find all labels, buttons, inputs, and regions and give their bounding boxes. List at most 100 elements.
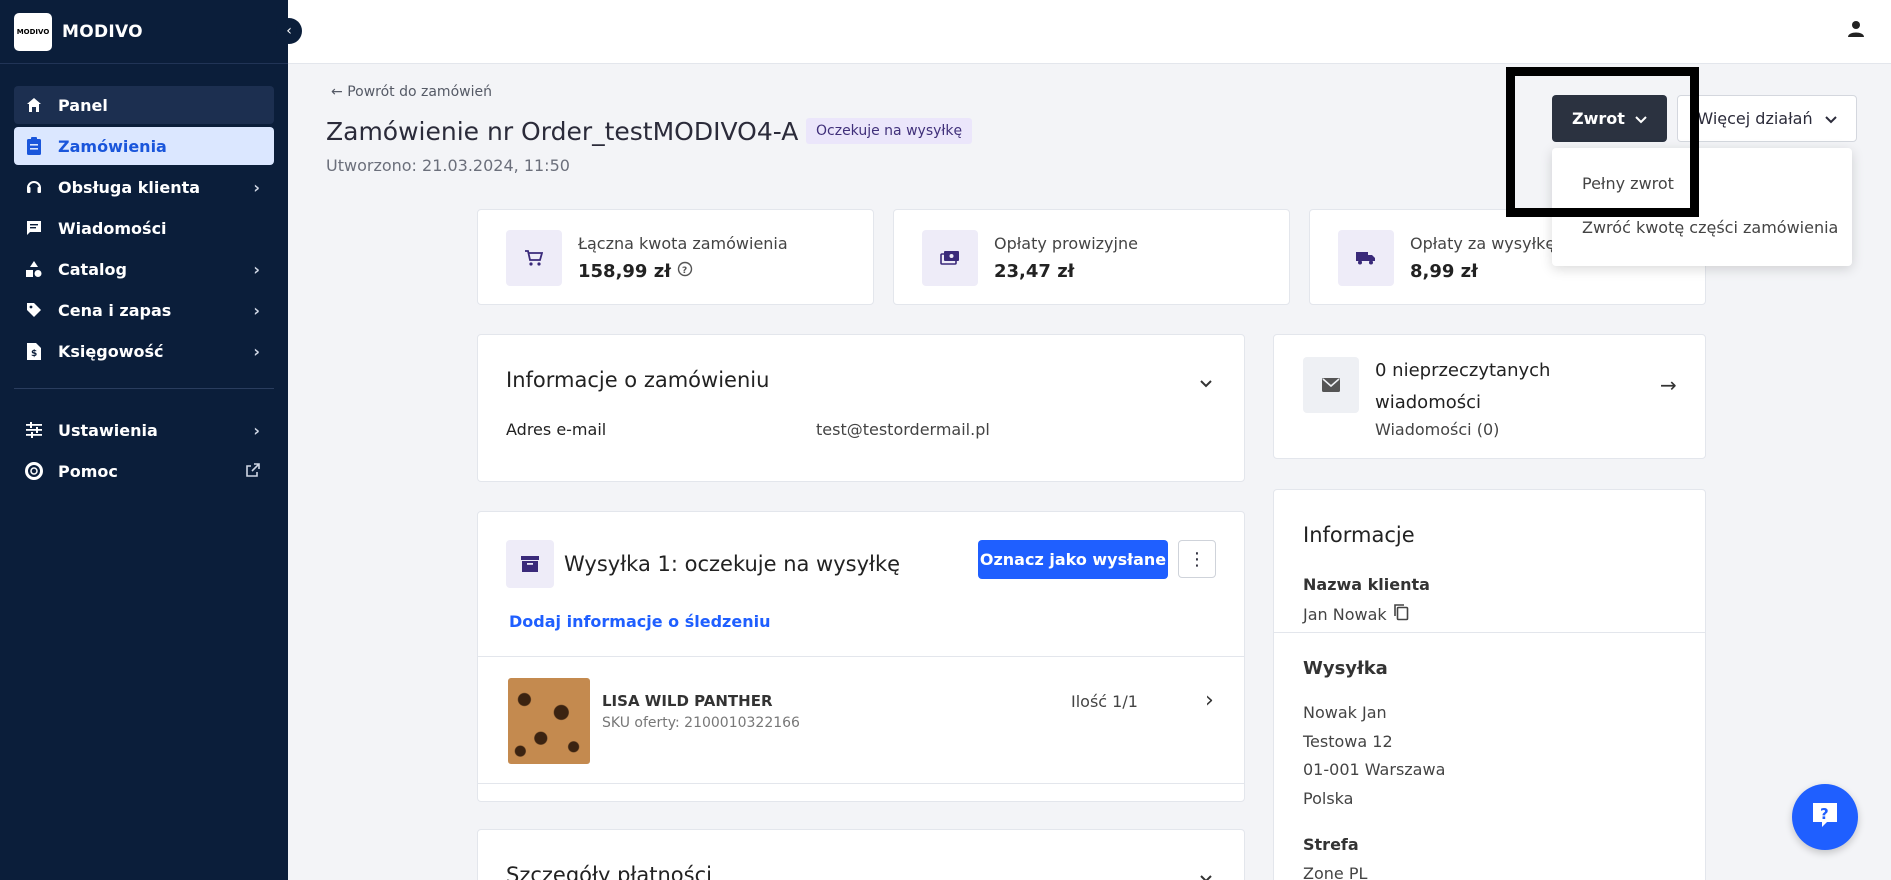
address-line: Nowak Jan bbox=[1303, 703, 1387, 722]
shipment-card: Wysyłka 1: oczekuje na wysyłkę Oznacz ja… bbox=[477, 511, 1245, 802]
help-chat-button[interactable]: ? bbox=[1792, 784, 1858, 850]
archive-icon bbox=[506, 540, 554, 588]
stat-value: 158,99 zł ? bbox=[578, 261, 693, 282]
product-quantity: Ilość 1/1 bbox=[1071, 692, 1138, 711]
sidebar-item-orders[interactable]: Zamówienia bbox=[14, 127, 274, 165]
sidebar: MODIVO MODIVO Panel Zamówienia Obsługa k… bbox=[0, 0, 288, 880]
chevron-right-icon: › bbox=[253, 259, 260, 279]
chevron-right-icon: › bbox=[1205, 688, 1214, 713]
back-label: Powrót do zamówień bbox=[347, 84, 492, 100]
shapes-icon bbox=[24, 259, 44, 279]
arrow-right-icon[interactable]: → bbox=[1660, 373, 1677, 397]
divider bbox=[478, 783, 1244, 784]
headset-icon bbox=[24, 177, 44, 197]
sidebar-item-label: Ustawienia bbox=[58, 420, 158, 440]
sidebar-item-label: Wiadomości bbox=[58, 218, 167, 238]
stat-label: Opłaty za wysyłkę bbox=[1410, 234, 1556, 253]
order-info-title: Informacje o zamówieniu bbox=[506, 368, 770, 392]
kebab-icon: ⋮ bbox=[1188, 548, 1206, 570]
address-line: 01-001 Warszawa bbox=[1303, 760, 1446, 779]
product-sku: SKU oferty: 2100010322166 bbox=[602, 715, 800, 731]
chevron-right-icon: › bbox=[253, 300, 260, 320]
brand-name: MODIVO bbox=[62, 21, 143, 42]
money-icon bbox=[922, 230, 978, 286]
sidebar-item-customer-service[interactable]: Obsługa klienta › bbox=[14, 168, 274, 206]
stat-value: 23,47 zł bbox=[994, 261, 1074, 282]
sliders-icon bbox=[24, 420, 44, 440]
sidebar-item-label: Panel bbox=[58, 95, 108, 115]
product-image bbox=[508, 678, 590, 764]
sidebar-item-label: Catalog bbox=[58, 259, 127, 279]
tag-icon bbox=[24, 300, 44, 320]
stat-card-total: Łączna kwota zamówienia 158,99 zł ? bbox=[477, 209, 874, 305]
mark-as-sent-button[interactable]: Oznacz jako wysłane bbox=[978, 540, 1168, 579]
svg-text:$: $ bbox=[31, 349, 37, 359]
sidebar-item-accounting[interactable]: $ Księgowość › bbox=[14, 332, 274, 370]
address-line: Testowa 12 bbox=[1303, 732, 1393, 751]
shipment-more-button[interactable]: ⋮ bbox=[1178, 540, 1216, 578]
sidebar-item-help[interactable]: Pomoc bbox=[14, 452, 274, 490]
sidebar-item-panel[interactable]: Panel bbox=[14, 86, 274, 124]
address-line: Polska bbox=[1303, 789, 1354, 808]
stat-label: Opłaty prowizyjne bbox=[994, 234, 1138, 253]
add-tracking-link[interactable]: Dodaj informacje o śledzeniu bbox=[509, 612, 770, 631]
invoice-icon: $ bbox=[24, 341, 44, 361]
chat-icon bbox=[24, 218, 44, 238]
external-link-icon bbox=[246, 462, 260, 481]
stat-value-text: 23,47 zł bbox=[994, 261, 1075, 282]
customer-value: Jan Nowak bbox=[1303, 604, 1387, 624]
info-panel: Informacje Nazwa klienta Jan Nowak Wysył… bbox=[1273, 489, 1706, 880]
customer-value-row: Jan Nowak bbox=[1303, 603, 1409, 625]
svg-text:?: ? bbox=[682, 266, 687, 276]
sidebar-divider bbox=[14, 388, 274, 389]
customer-label: Nazwa klienta bbox=[1303, 575, 1430, 594]
highlight-box bbox=[1506, 67, 1699, 217]
clipboard-icon bbox=[24, 136, 44, 156]
sidebar-item-settings[interactable]: Ustawienia › bbox=[14, 411, 274, 449]
sidebar-nav: Panel Zamówienia Obsługa klienta › Wiado… bbox=[0, 64, 288, 490]
status-badge: Oczekuje na wysyłkę bbox=[806, 118, 973, 144]
created-date: Utworzono: 21.03.2024, 11:50 bbox=[326, 156, 570, 175]
chevron-down-icon bbox=[1824, 109, 1837, 128]
chevron-right-icon: › bbox=[253, 420, 260, 440]
messages-subtitle: Wiadomości (0) bbox=[1375, 420, 1500, 439]
chevron-right-icon: › bbox=[253, 341, 260, 361]
home-icon bbox=[24, 95, 44, 115]
brand-logo[interactable]: MODIVO bbox=[14, 12, 52, 51]
help-circle-icon[interactable]: ? bbox=[677, 261, 693, 282]
copy-icon[interactable] bbox=[1393, 603, 1409, 625]
page-title: Zamówienie nr Order_testMODIVO4-A bbox=[326, 117, 799, 146]
cart-icon bbox=[506, 230, 562, 286]
stat-value: 8,99 zł bbox=[1410, 261, 1478, 282]
stat-card-commission: Opłaty prowizyjne 23,47 zł bbox=[893, 209, 1290, 305]
svg-text:?: ? bbox=[1820, 805, 1829, 823]
sidebar-item-catalog[interactable]: Catalog › bbox=[14, 250, 274, 288]
unread-messages-title: 0 nieprzeczytanych wiadomości bbox=[1375, 360, 1551, 413]
back-to-orders-link[interactable]: ← Powrót do zamówień bbox=[331, 84, 492, 100]
collapse-sidebar-button[interactable]: ‹ bbox=[276, 18, 302, 44]
sidebar-item-label: Księgowość bbox=[58, 341, 164, 361]
email-label: Adres e-mail bbox=[506, 420, 607, 439]
sidebar-item-messages[interactable]: Wiadomości bbox=[14, 209, 274, 247]
order-info-card: Informacje o zamówieniu Adres e-mail tes… bbox=[477, 334, 1245, 482]
chevron-down-icon[interactable] bbox=[1200, 868, 1212, 880]
list-item[interactable]: LISA WILD PANTHER SKU oferty: 2100010322… bbox=[478, 657, 1244, 782]
divider bbox=[1274, 632, 1705, 633]
chevron-down-icon[interactable] bbox=[1200, 373, 1212, 392]
brand: MODIVO MODIVO bbox=[0, 0, 288, 64]
stat-label: Łączna kwota zamówienia bbox=[578, 234, 788, 253]
user-icon[interactable] bbox=[1847, 20, 1869, 42]
payment-details-card: Szczegóły płatności bbox=[477, 829, 1245, 880]
messages-card[interactable]: 0 nieprzeczytanych wiadomości Wiadomości… bbox=[1273, 334, 1706, 459]
sidebar-item-price-stock[interactable]: Cena i zapas › bbox=[14, 291, 274, 329]
sidebar-item-label: Zamówienia bbox=[58, 136, 167, 156]
shipment-title: Wysyłka 1: oczekuje na wysyłkę bbox=[564, 552, 901, 576]
product-name: LISA WILD PANTHER bbox=[602, 692, 773, 710]
sidebar-item-label: Pomoc bbox=[58, 461, 118, 481]
lifebuoy-icon bbox=[24, 461, 44, 481]
sidebar-item-label: Obsługa klienta bbox=[58, 177, 201, 197]
stat-value-text: 8,99 zł bbox=[1410, 261, 1478, 282]
zone-label: Strefa bbox=[1303, 835, 1359, 854]
more-actions-button[interactable]: Więcej działań bbox=[1677, 95, 1857, 142]
chevron-right-icon: › bbox=[253, 177, 260, 197]
